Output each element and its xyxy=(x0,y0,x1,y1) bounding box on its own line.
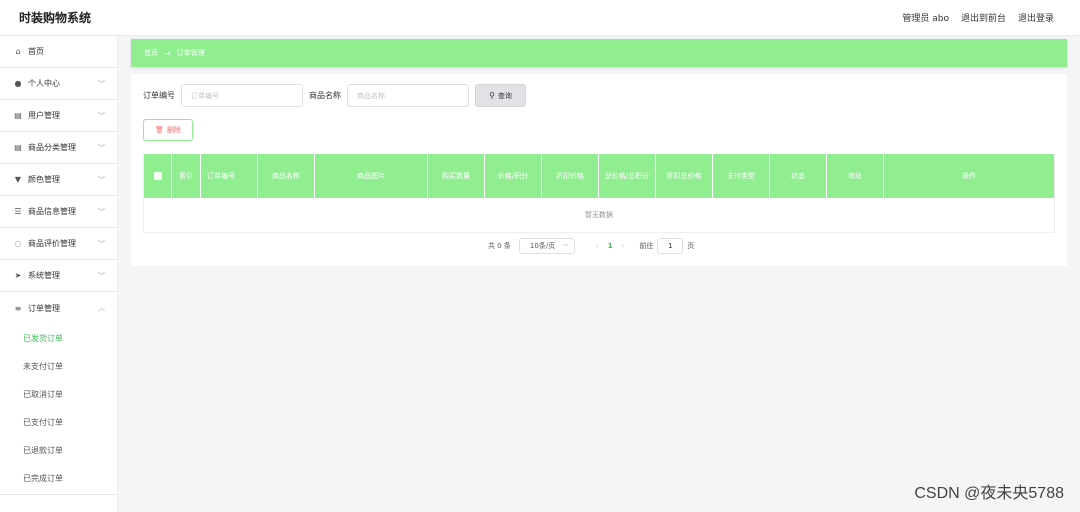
search-icon: ⚲ xyxy=(489,91,495,100)
sidebar-subitem-paid-orders[interactable]: 已支付订单 xyxy=(0,408,117,436)
column-header: 地址 xyxy=(827,154,884,198)
order-no-input[interactable]: 订单编号 xyxy=(181,84,303,107)
column-header: 索引 xyxy=(172,154,201,198)
sliders-icon: ☰ xyxy=(14,207,22,216)
sidebar-item-home[interactable]: ⌂ 首页 xyxy=(0,36,117,68)
total-count: 共 0 条 xyxy=(488,242,511,250)
app-title: 时装购物系统 xyxy=(19,11,92,25)
breadcrumb: 首页 → 订单管理 xyxy=(131,39,1067,67)
admin-user-link[interactable]: 管理员 abo xyxy=(902,11,949,24)
column-header: 折扣总价格 xyxy=(656,154,713,198)
sidebar-item-system-management[interactable]: ➤ 系统管理 ﹀ xyxy=(0,260,117,292)
chat-icon: ◌ xyxy=(14,239,22,248)
column-header: 商品名称 xyxy=(258,154,315,198)
select-all-checkbox[interactable] xyxy=(144,154,172,198)
page-suffix: 页 xyxy=(687,242,695,250)
sidebar-subitem-unpaid-orders[interactable]: 未支付订单 xyxy=(0,352,117,380)
column-header: 状态 xyxy=(770,154,827,198)
column-header: 订单编号 xyxy=(201,154,258,198)
delete-button[interactable]: 🗑 删除 xyxy=(143,119,193,141)
top-header: 时装购物系统 管理员 abo 退出到前台 退出登录 xyxy=(0,0,1080,36)
page-number[interactable]: 1 xyxy=(608,242,613,250)
sidebar-subitem-shipped-orders[interactable]: 已发货订单 xyxy=(0,324,117,352)
delete-button-label: 删除 xyxy=(166,126,181,134)
chevron-down-icon: ﹀ xyxy=(98,208,105,216)
goto-page-input[interactable]: 1 xyxy=(657,238,684,254)
orders-table: 索引 订单编号 商品名称 商品图片 购买数量 价格/积分 折扣价格 总价格/总积… xyxy=(143,154,1055,233)
page-size-select[interactable]: 10条/页 ﹀ xyxy=(518,238,575,254)
breadcrumb-arrow-icon: → xyxy=(164,48,171,58)
table-header-row: 索引 订单编号 商品名称 商品图片 购买数量 价格/积分 折扣价格 总价格/总积… xyxy=(144,154,1054,198)
sidebar-item-order-management[interactable]: ≡ 订单管理 ︿ xyxy=(0,292,117,324)
clipboard-icon: ▤ xyxy=(14,111,22,120)
checkbox-icon xyxy=(153,172,162,180)
column-header: 价格/积分 xyxy=(485,154,542,198)
column-header: 支付类型 xyxy=(713,154,770,198)
order-submenu: 已发货订单 未支付订单 已取消订单 已支付订单 已退款订单 已完成订单 xyxy=(0,324,117,495)
sidebar-item-label: 系统管理 xyxy=(28,271,60,280)
sidebar-item-label: 商品评价管理 xyxy=(28,239,76,248)
sidebar-subitem-cancelled-orders[interactable]: 已取消订单 xyxy=(0,380,117,408)
query-button-label: 查询 xyxy=(497,91,512,100)
sidebar-item-category-management[interactable]: ▤ 商品分类管理 ﹀ xyxy=(0,132,117,164)
sidebar-item-label: 个人中心 xyxy=(28,79,60,88)
search-form: 订单编号 订单编号 商品名称 商品名称 ⚲ 查询 xyxy=(143,84,526,107)
query-button[interactable]: ⚲ 查询 xyxy=(475,84,526,107)
header-links: 管理员 abo 退出到前台 退出登录 xyxy=(902,11,1054,24)
trash-icon: 🗑 xyxy=(155,126,164,134)
breadcrumb-home[interactable]: 首页 xyxy=(144,48,158,58)
chevron-down-icon: ﹀ xyxy=(98,272,105,280)
column-header: 购买数量 xyxy=(428,154,485,198)
sidebar-item-label: 商品分类管理 xyxy=(28,143,76,152)
product-name-input[interactable]: 商品名称 xyxy=(347,84,469,107)
palette-icon: ▼ xyxy=(14,175,22,184)
pagination: 共 0 条 10条/页 ﹀ ‹ 1 › 前往 1 页 xyxy=(488,238,694,254)
chevron-down-icon: ﹀ xyxy=(98,144,105,152)
column-header: 折扣价格 xyxy=(542,154,599,198)
sidebar-subitem-completed-orders[interactable]: 已完成订单 xyxy=(0,464,117,492)
product-name-label: 商品名称 xyxy=(309,91,341,100)
sidebar-item-label: 商品信息管理 xyxy=(28,207,76,216)
chevron-down-icon: ﹀ xyxy=(562,244,569,251)
sidebar-subitem-refunded-orders[interactable]: 已退款订单 xyxy=(0,436,117,464)
sidebar-item-user-management[interactable]: ▤ 用户管理 ﹀ xyxy=(0,100,117,132)
exit-to-frontend-link[interactable]: 退出到前台 xyxy=(961,11,1006,24)
column-header: 操作 xyxy=(962,171,976,180)
main-panel: 订单编号 订单编号 商品名称 商品名称 ⚲ 查询 🗑 删除 索引 订单编号 商品… xyxy=(131,74,1067,266)
list-icon: ▤ xyxy=(14,143,22,152)
column-header: 商品图片 xyxy=(315,154,428,198)
page-size-value: 10条/页 xyxy=(529,242,556,250)
watermark: CSDN @夜未央5788 xyxy=(914,485,1064,502)
sidebar-item-label: 订单管理 xyxy=(28,303,60,313)
sidebar-item-label: 颜色管理 xyxy=(28,175,60,184)
home-icon: ⌂ xyxy=(15,47,21,56)
sidebar-item-label: 首页 xyxy=(28,47,44,56)
breadcrumb-current: 订单管理 xyxy=(176,49,205,57)
send-icon: ➤ xyxy=(14,271,22,280)
sidebar-item-color-management[interactable]: ▼ 颜色管理 ﹀ xyxy=(0,164,117,196)
next-page-button[interactable]: › xyxy=(622,242,625,250)
chevron-down-icon: ﹀ xyxy=(98,80,105,88)
chevron-up-icon: ︿ xyxy=(98,304,105,312)
chevron-down-icon: ﹀ xyxy=(98,176,105,184)
sidebar-item-personal-center[interactable]: ● 个人中心 ﹀ xyxy=(0,68,117,100)
sidebar: ⌂ 首页 ● 个人中心 ﹀ ▤ 用户管理 ﹀ ▤ 商品分类管理 ﹀ ▼ 颜色管理… xyxy=(0,36,118,512)
order-no-label: 订单编号 xyxy=(143,91,175,100)
prev-page-button[interactable]: ‹ xyxy=(596,242,599,250)
sidebar-item-label: 用户管理 xyxy=(28,111,60,120)
goto-label: 前往 xyxy=(639,242,654,250)
user-icon: ● xyxy=(14,79,22,88)
menu-icon: ≡ xyxy=(14,303,22,313)
chevron-down-icon: ﹀ xyxy=(98,240,105,248)
column-header: 总价格/总积分 xyxy=(599,154,656,198)
empty-state: 暂无数据 xyxy=(585,211,613,219)
sidebar-item-product-review[interactable]: ◌ 商品评价管理 ﹀ xyxy=(0,228,117,260)
chevron-down-icon: ﹀ xyxy=(98,112,105,120)
logout-link[interactable]: 退出登录 xyxy=(1018,11,1054,24)
sidebar-item-product-info[interactable]: ☰ 商品信息管理 ﹀ xyxy=(0,196,117,228)
